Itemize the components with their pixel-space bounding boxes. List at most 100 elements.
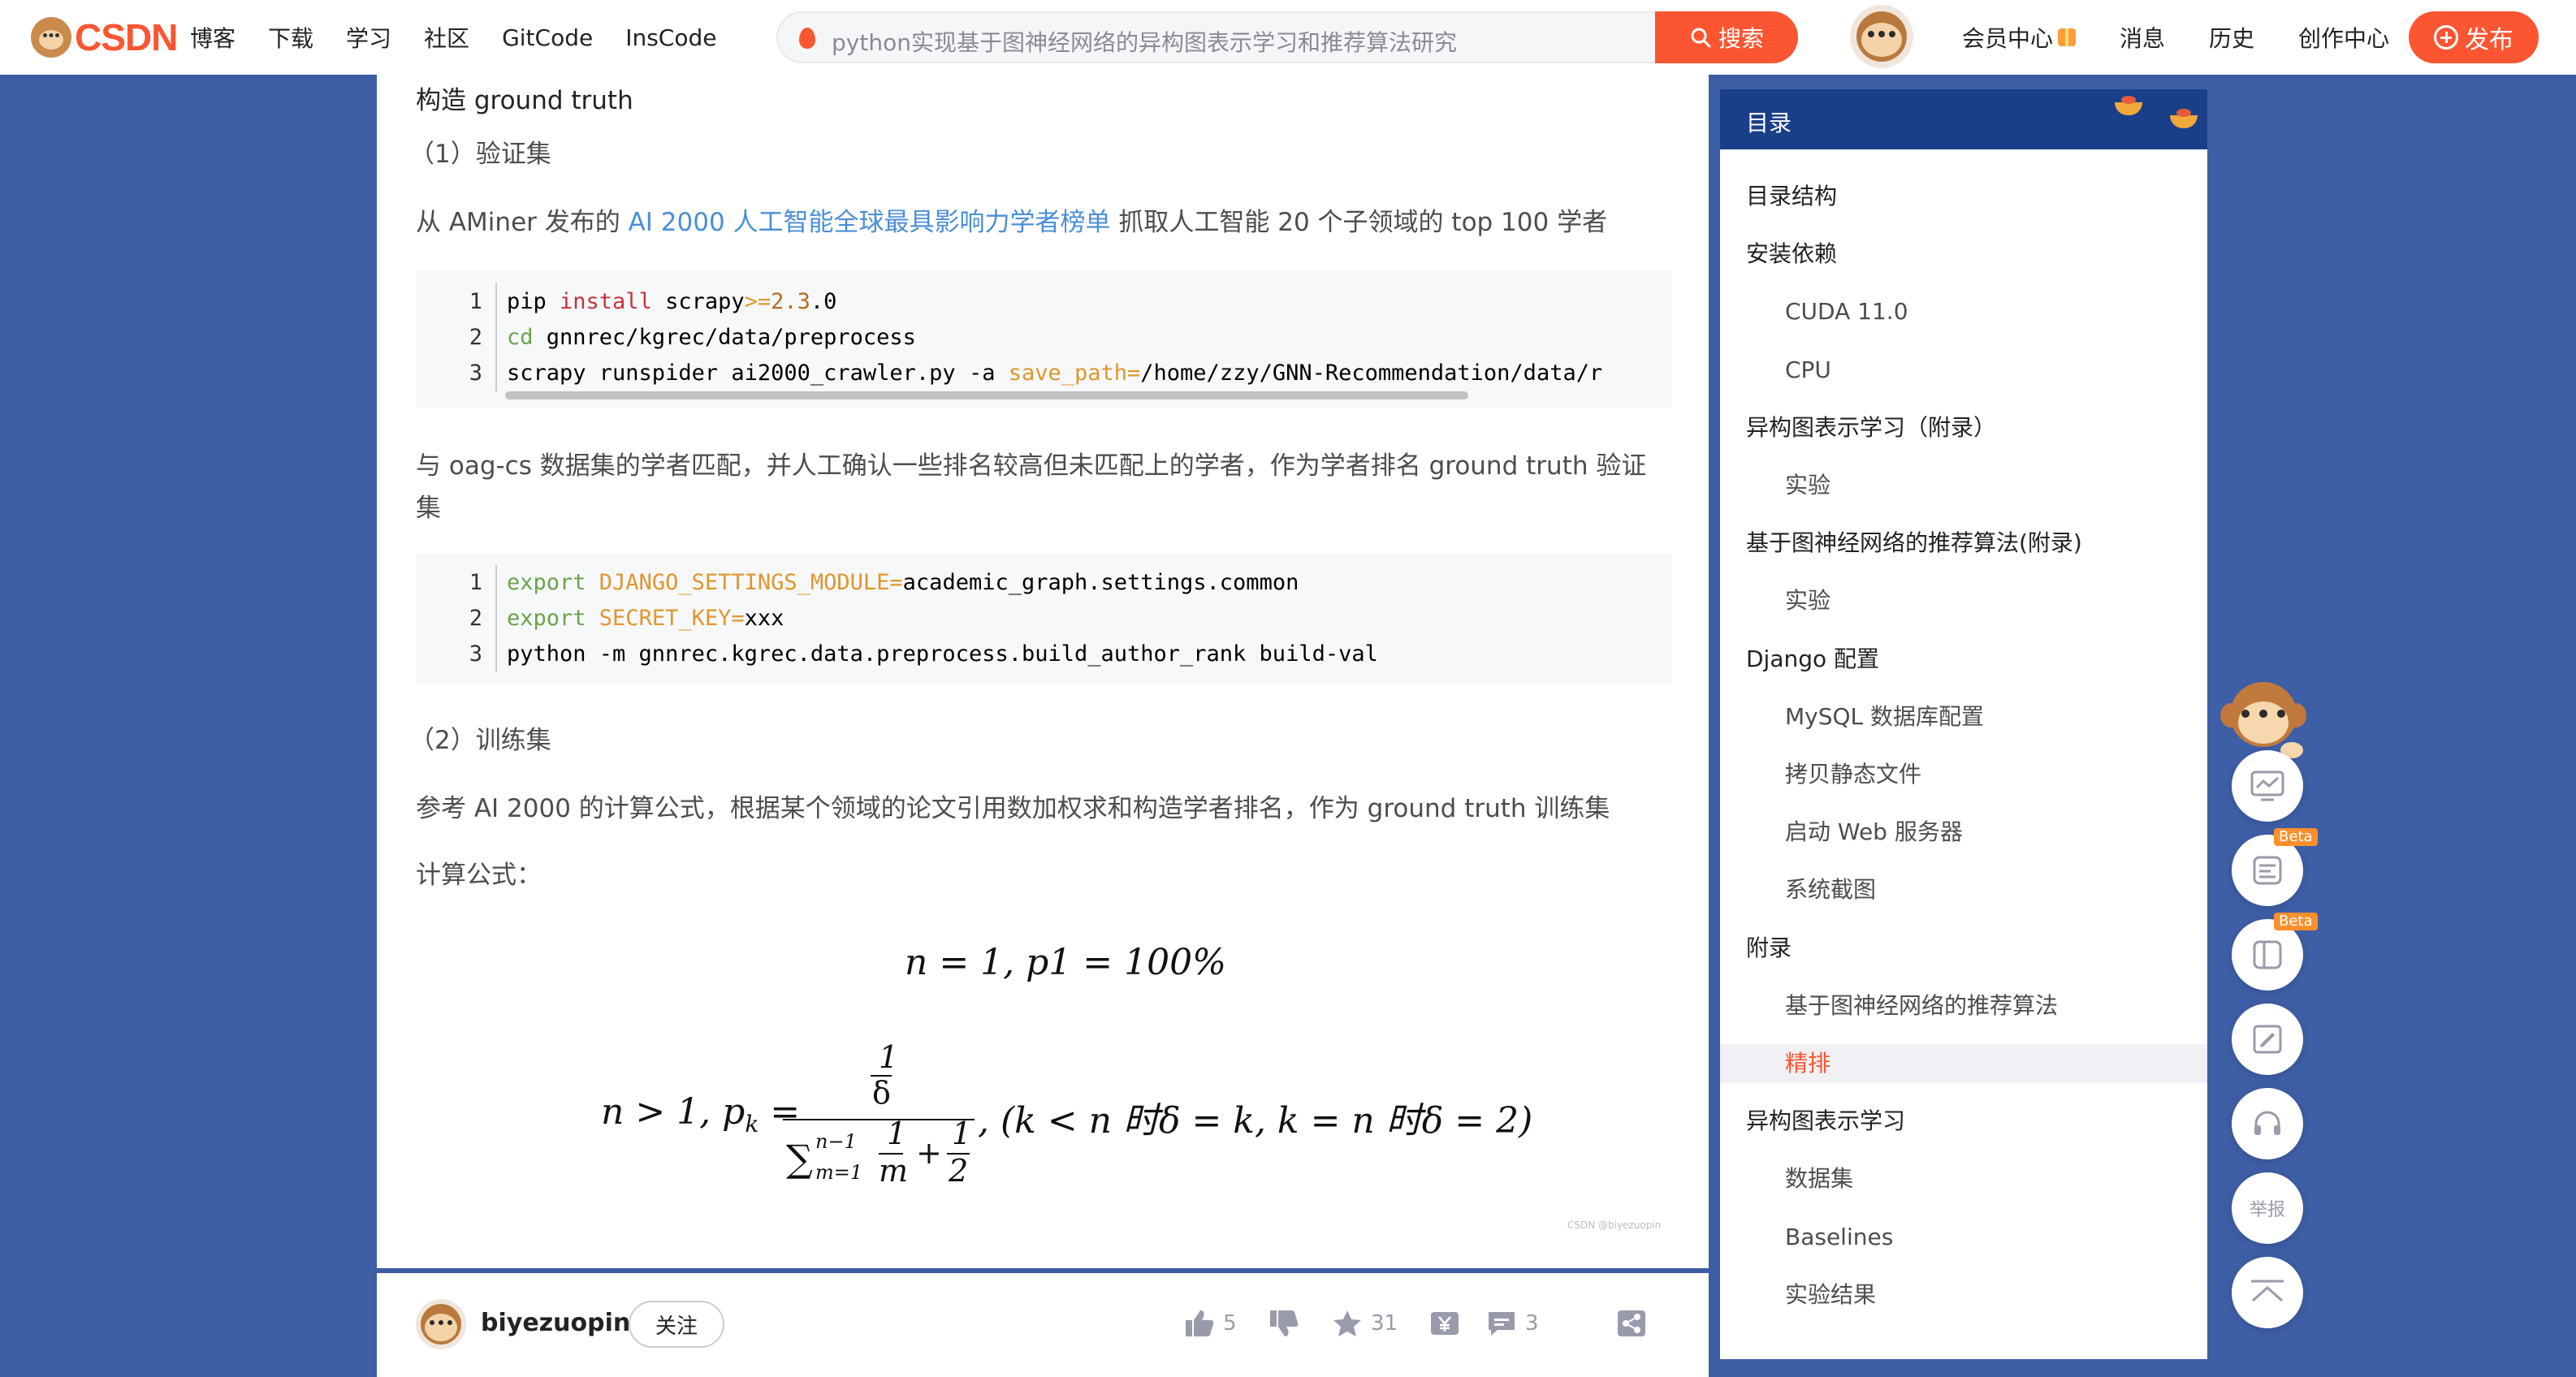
nav-blog[interactable]: 博客 [190,21,236,54]
plus-sign: + [916,1135,942,1171]
toc-item[interactable]: 异构图表示学习（附录） [1720,408,2207,447]
line-number: 2 [469,606,482,631]
nav-download[interactable]: 下载 [268,21,313,54]
csdn-logo[interactable]: CSDN [31,15,178,60]
frac2-numerator: 1 [952,1116,972,1151]
gutter-divider [495,283,497,391]
toc-item[interactable]: Django 配置 [1720,640,2207,679]
toc-item[interactable]: 精排 [1720,1044,2207,1083]
search-bar[interactable]: python实现基于图神经网络的异构图表示学习和推荐算法研究 搜索 [776,11,1798,63]
code-block[interactable]: 1 2 3 export DJANGO_SETTINGS_MODULE=acad… [416,554,1671,684]
ai2000-link[interactable]: AI 2000 人工智能全球最具影响力学者榜单 [629,208,1111,237]
formula-text: = [759,1091,801,1133]
image-watermark: CSDN @biyezuopin [1567,1219,1662,1231]
ai-doc-icon [2253,856,2282,885]
article-content: 构造 ground truth （1）验证集 从 AMiner 发布的 AI 2… [377,75,1709,1268]
toc-item[interactable]: Baselines [1720,1218,2207,1257]
nav-vip-center[interactable]: 会员中心 [1962,21,2077,54]
thumbs-down-icon [1270,1310,1299,1336]
toc-header: 目录 [1720,89,2207,149]
code-line: cd gnnrec/kgrec/data/preprocess [507,320,1602,356]
author-name[interactable]: biyezuopin [481,1309,630,1337]
code-token: export [507,606,599,631]
edit-icon [2253,1025,2282,1054]
code-block[interactable]: 1 2 3 pip install scrapy>=2.3.0 cd gnnrec… [416,270,1671,408]
favorite-count: 31 [1371,1311,1398,1336]
code-lines: pip install scrapy>=2.3.0 cd gnnrec/kgrec… [507,284,1602,391]
share-button[interactable] [1616,1309,1655,1338]
split-view-button[interactable]: Beta [2232,913,2318,991]
toc-item[interactable]: 基于图神经网络的推荐算法(附录) [1720,524,2207,563]
plus-circle-icon [2434,25,2458,50]
nav-community[interactable]: 社区 [424,21,469,54]
nav-messages[interactable]: 消息 [2120,21,2165,54]
main-nav: 博客 下载 学习 社区 GitCode InsCode [190,0,749,75]
logo-text: CSDN [75,16,178,58]
nav-learn[interactable]: 学习 [346,21,391,54]
like-button[interactable]: 5 [1184,1309,1237,1338]
monkey-logo-icon [31,17,71,58]
horizontal-scrollbar[interactable] [505,391,1468,399]
mascot-glasses [2241,710,2285,724]
sum-symbol: ∑ [786,1137,813,1181]
code-line: scrapy runspider ai2000_crawler.py -a sa… [507,356,1602,391]
line-number: 1 [469,289,482,314]
favorite-button[interactable]: 31 [1332,1309,1398,1338]
paragraph-oag-cs: 与 oag-cs 数据集的学者匹配，并人工确认一些排名较高但未匹配上的学者，作为… [416,451,1647,481]
toc-item[interactable]: 实验结果 [1720,1276,2207,1314]
toc-item[interactable]: 启动 Web 服务器 [1720,813,2207,852]
toc-item[interactable]: 实验 [1720,581,2207,620]
publish-button[interactable]: 发布 [2409,11,2539,63]
toc-item[interactable]: 异构图表示学习 [1720,1102,2207,1141]
search-input[interactable]: python实现基于图神经网络的异构图表示学习和推荐算法研究 [832,25,1457,58]
code-token: gnnrec/kgrec/data/preprocess [533,325,916,350]
toc-item[interactable]: 基于图神经网络的推荐算法 [1720,986,2207,1025]
toc-item[interactable]: CUDA 11.0 [1720,292,2207,331]
ai-assistant-button[interactable]: Beta [2232,828,2318,906]
nav-creator-center[interactable]: 创作中心 [2298,21,2389,54]
line-number: 1 [469,570,482,595]
follow-button[interactable]: 关注 [629,1301,724,1348]
customer-service-button[interactable] [2232,1088,2303,1159]
table-of-contents: 目录 目录结构 安装依赖 CUDA 11.0 CPU 异构图表示学习（附录） 实验 基于图神… [1720,89,2207,1359]
bowl-decoration-icon [2170,109,2198,128]
search-button[interactable]: 搜索 [1655,11,1798,63]
reward-button[interactable] [1429,1309,1468,1338]
yuan-reward-icon [1431,1312,1459,1335]
code-token: scrapy runspider ai2000_crawler.py -a [507,360,1009,386]
back-to-top-button[interactable] [2232,1257,2303,1328]
toc-item[interactable]: 附录 [1720,929,2207,968]
hot-flame-icon [799,28,815,49]
code-token: cd [507,325,534,350]
toc-item[interactable]: 安装依赖 [1720,235,2207,274]
edit-note-button[interactable] [2232,1004,2303,1075]
dislike-button[interactable] [1269,1309,1307,1338]
code-token: DJANGO_SETTINGS_MODULE= [599,570,903,595]
toc-item[interactable]: 数据集 [1720,1159,2207,1198]
nav-gitcode[interactable]: GitCode [502,24,593,51]
code-lines: export DJANGO_SETTINGS_MODULE=academic_g… [507,565,1378,672]
bowl-decoration-icon [2115,96,2142,115]
beta-badge: Beta [2274,828,2318,846]
search-icon [1691,28,1711,48]
author-avatar[interactable] [416,1299,466,1349]
share-icon [1618,1310,1645,1336]
toc-item[interactable]: MySQL 数据库配置 [1720,697,2207,736]
report-button[interactable]: 举报 [2232,1172,2303,1244]
nav-inscode[interactable]: InsCode [625,24,716,51]
line-number: 3 [469,360,482,386]
toc-item[interactable]: CPU [1720,351,2207,390]
chart-monitor-icon [2250,771,2284,801]
paragraph-ai2000-formula: 参考 AI 2000 的计算公式，根据某个领域的论文引用数加权求和构造学者排名，… [416,794,1610,823]
comment-button[interactable]: 3 [1486,1309,1539,1338]
toc-item[interactable]: 目录结构 [1720,177,2207,216]
toc-item[interactable]: 实验 [1720,466,2207,505]
code-token: install [560,289,652,314]
toc-item[interactable]: 拷贝静态文件 [1720,755,2207,794]
user-avatar[interactable] [1850,5,1913,68]
nav-history[interactable]: 历史 [2209,21,2254,54]
thumbs-up-icon [1186,1310,1214,1336]
analytics-button[interactable] [2232,750,2303,822]
toc-item[interactable]: 系统截图 [1720,870,2207,909]
publish-label: 发布 [2465,26,2513,54]
